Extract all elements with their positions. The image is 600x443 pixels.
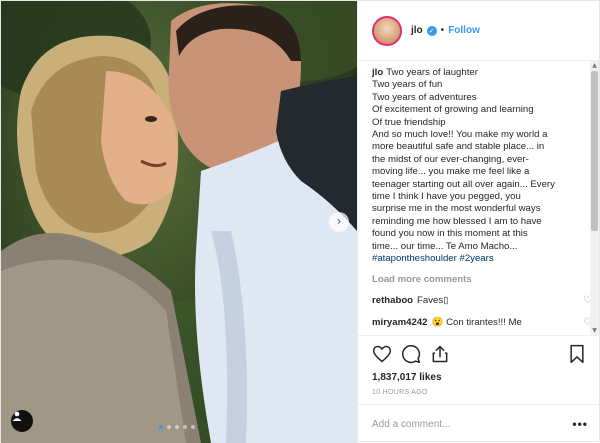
caption-line: jlo Two years of laughter xyxy=(372,67,594,79)
caption-hashtags[interactable]: #atapontheshoulder #2years xyxy=(372,253,594,265)
comment-text: 😮 Con tirantes!!! Me xyxy=(431,316,522,328)
caption: jlo Two years of laughter Two years of fu… xyxy=(372,67,594,266)
post-sidebar: jlo ✓ • Follow jlo Two years of laughter … xyxy=(357,1,600,443)
chevron-right-icon: › xyxy=(336,214,342,228)
verified-badge-icon: ✓ xyxy=(426,25,437,36)
comment-icon[interactable] xyxy=(401,344,421,364)
carousel-dot xyxy=(175,425,179,429)
user-tag-icon xyxy=(12,411,22,421)
more-options-button[interactable]: ••• xyxy=(572,417,588,431)
add-comment-input[interactable] xyxy=(372,418,573,430)
load-more-comments-button[interactable]: Load more comments xyxy=(372,274,594,285)
caption-line: And so much love!! You make my world a xyxy=(372,129,548,141)
caption-line: Two years of fun xyxy=(372,79,443,91)
comments-panel[interactable]: jlo Two years of laughter Two years of fu… xyxy=(372,67,594,335)
carousel-dot xyxy=(183,425,187,429)
post-actions: 1,837,017 likes 10 HOURS AGO xyxy=(358,335,600,396)
caption-line: time... our time... Te Amo Macho... xyxy=(372,240,518,252)
scrollbar-thumb[interactable] xyxy=(591,71,598,231)
comments-scrollbar[interactable]: ▲ ▼ xyxy=(590,61,599,335)
carousel-dot xyxy=(167,425,171,429)
share-icon[interactable] xyxy=(430,344,450,364)
caption-line: found you now in this moment at this xyxy=(372,228,528,240)
caption-line: the midst of our ever-changing, ever- xyxy=(372,153,529,165)
couple-photo-illustration xyxy=(1,1,357,443)
bookmark-icon[interactable] xyxy=(568,344,586,364)
follow-separator: • xyxy=(440,25,445,36)
caption-text: Two years of laughter xyxy=(386,67,478,78)
comment-username[interactable]: miryam4242 xyxy=(372,317,427,328)
follow-button[interactable]: Follow xyxy=(448,25,480,36)
avatar[interactable] xyxy=(372,15,402,46)
comment-username[interactable]: rethaboo xyxy=(372,295,413,306)
likes-count[interactable]: 1,837,017 likes xyxy=(372,372,588,383)
caption-line: time I think I have you pegged, you xyxy=(372,191,521,203)
caption-line: more beautiful safe and stable place... … xyxy=(372,141,545,153)
caption-line: surprise me in the most wonderful ways xyxy=(372,203,541,215)
next-slide-button[interactable]: › xyxy=(329,212,349,232)
comment-item: rethaboo Faves▯ ♡ xyxy=(372,295,594,307)
carousel-dots xyxy=(159,425,195,429)
carousel-dot xyxy=(159,425,163,429)
comment-text: Faves▯ xyxy=(417,294,449,306)
post-header: jlo ✓ • Follow xyxy=(358,1,600,61)
header-username[interactable]: jlo xyxy=(411,25,423,36)
carousel-dot xyxy=(191,425,195,429)
caption-line: Of true friendship xyxy=(372,116,446,128)
caption-line: reminding me how blessed I am to have xyxy=(372,215,542,227)
post-photo[interactable]: › xyxy=(1,1,357,443)
caption-username[interactable]: jlo xyxy=(372,67,383,78)
heart-icon[interactable] xyxy=(372,344,392,364)
add-comment-bar: ••• xyxy=(358,404,600,443)
scroll-down-arrow-icon[interactable]: ▼ xyxy=(590,326,599,335)
comment-item: miryam4242 😮 Con tirantes!!! Me ♡ xyxy=(372,317,594,329)
caption-line: moving life... you make me feel like a xyxy=(372,166,530,178)
scroll-up-arrow-icon[interactable]: ▲ xyxy=(590,61,599,70)
instagram-post: › jlo ✓ • Follow jlo Two years of laughte… xyxy=(0,0,600,443)
caption-line: teenager starting out all over again... … xyxy=(372,178,555,190)
caption-line: Of excitement of growing and learning xyxy=(372,104,534,116)
caption-line: Two years of adventures xyxy=(372,91,477,103)
action-icon-row xyxy=(372,344,588,366)
post-timestamp[interactable]: 10 HOURS AGO xyxy=(372,389,588,396)
user-tag-button[interactable] xyxy=(11,410,33,432)
